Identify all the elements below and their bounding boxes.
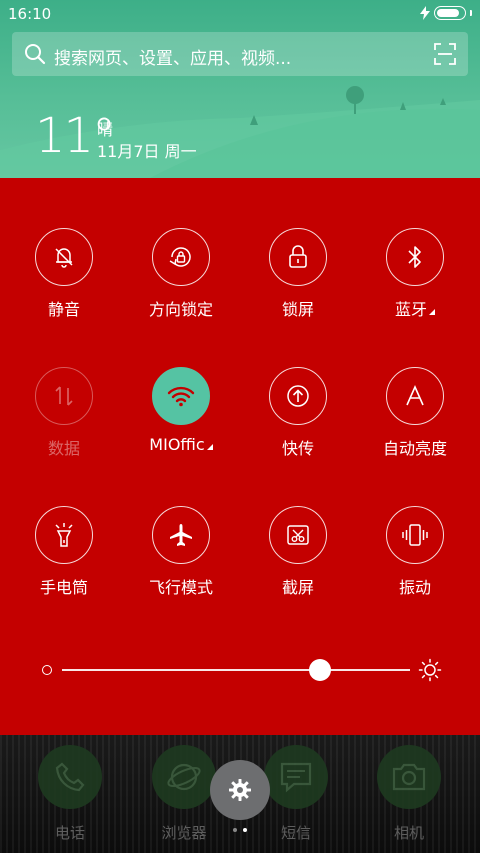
toggle-quick-share-circle[interactable] bbox=[269, 367, 327, 425]
more-options-icon bbox=[206, 444, 213, 450]
toggle-flashlight-circle[interactable] bbox=[35, 506, 93, 564]
dock-app-messages-circle[interactable] bbox=[264, 745, 328, 809]
status-bar: 16:10 bbox=[0, 0, 480, 28]
toggle-vibrate-label: 振动 bbox=[398, 578, 431, 597]
scan-icon[interactable] bbox=[434, 43, 456, 65]
weather-date: 11月7日 周一 bbox=[97, 142, 197, 161]
toggle-mobile-data[interactable]: 数据 bbox=[4, 367, 124, 477]
toggle-wifi[interactable]: MIOffic bbox=[121, 367, 241, 477]
wifi-icon bbox=[167, 386, 195, 407]
toggle-mobile-data-circle[interactable] bbox=[35, 367, 93, 425]
bluetooth-icon bbox=[408, 246, 421, 268]
toggle-auto-brightness-label: 自动亮度 bbox=[382, 439, 447, 458]
toggle-wifi-circle[interactable] bbox=[152, 367, 210, 425]
brightness-low-icon bbox=[42, 665, 52, 675]
bell-off-icon bbox=[55, 248, 73, 268]
toggle-airplane-mode-label: 飞行模式 bbox=[148, 578, 213, 597]
toggle-lock-screen[interactable]: 锁屏 bbox=[238, 228, 358, 338]
battery-nub bbox=[470, 10, 472, 16]
mobile-data-icon bbox=[55, 386, 73, 406]
toggle-auto-brightness-circle[interactable] bbox=[386, 367, 444, 425]
status-time: 16:10 bbox=[8, 5, 52, 23]
toggle-flashlight-label: 手电筒 bbox=[39, 578, 88, 597]
toggle-vibrate[interactable]: 振动 bbox=[355, 506, 475, 616]
gear-icon bbox=[229, 779, 251, 801]
toggle-rotation-lock-circle[interactable] bbox=[152, 228, 210, 286]
toggle-wifi-text: MIOffic bbox=[149, 435, 205, 454]
dock-app-camera-circle[interactable] bbox=[377, 745, 441, 809]
toggle-bluetooth-text: 蓝牙 bbox=[394, 300, 427, 319]
toggle-quick-share[interactable]: 快传 bbox=[238, 367, 358, 477]
share-upload-icon bbox=[287, 385, 309, 407]
more-options-icon bbox=[429, 309, 435, 315]
weather-condition: 晴 bbox=[97, 120, 114, 139]
toggle-mute-circle[interactable] bbox=[35, 228, 93, 286]
toggle-airplane-mode-circle[interactable] bbox=[152, 506, 210, 564]
toggle-lock-screen-circle[interactable] bbox=[269, 228, 327, 286]
quick-settings-panel: 静音 方向锁定 锁屏 蓝牙 数据 MIOffic 快传 自动亮度 手电筒 飞行模… bbox=[0, 178, 480, 735]
lock-icon bbox=[289, 245, 307, 268]
settings-button[interactable] bbox=[210, 760, 270, 820]
dock-app-messages-label: 短信 bbox=[280, 824, 311, 842]
toggle-rotation-lock-label: 方向锁定 bbox=[148, 300, 213, 319]
message-icon bbox=[280, 762, 312, 793]
page-indicator bbox=[233, 828, 247, 832]
toggle-flashlight[interactable]: 手电筒 bbox=[4, 506, 124, 616]
weather-header: 16:10 搜索网页、设置、应用、视频... 11° 晴 11月7日 周一 bbox=[0, 0, 480, 178]
search-input[interactable]: 搜索网页、设置、应用、视频... bbox=[54, 44, 291, 69]
toggle-quick-share-label: 快传 bbox=[281, 439, 314, 458]
dock-app-browser-label: 浏览器 bbox=[161, 824, 207, 842]
search-icon bbox=[25, 44, 46, 65]
toggle-lock-screen-label: 锁屏 bbox=[281, 300, 314, 319]
toggle-rotation-lock[interactable]: 方向锁定 bbox=[121, 228, 241, 338]
dock-app-camera-label: 相机 bbox=[393, 824, 424, 842]
toggle-screenshot-label: 截屏 bbox=[281, 578, 314, 597]
camera-icon bbox=[392, 763, 426, 791]
page-dot-active bbox=[243, 828, 247, 832]
flashlight-icon bbox=[55, 523, 73, 547]
toggle-screenshot[interactable]: 截屏 bbox=[238, 506, 358, 616]
auto-brightness-icon bbox=[406, 385, 424, 406]
dock-app-phone-label: 电话 bbox=[54, 824, 85, 842]
toggle-screenshot-circle[interactable] bbox=[269, 506, 327, 564]
airplane-icon bbox=[170, 524, 192, 546]
search-bar[interactable]: 搜索网页、设置、应用、视频... bbox=[12, 32, 468, 76]
toggle-bluetooth[interactable]: 蓝牙 bbox=[355, 228, 475, 338]
toggle-mobile-data-label: 数据 bbox=[47, 439, 80, 458]
status-icons bbox=[420, 6, 472, 20]
rotation-lock-icon bbox=[169, 247, 191, 267]
brightness-track[interactable] bbox=[62, 669, 410, 671]
toggle-bluetooth-circle[interactable] bbox=[386, 228, 444, 286]
toggle-auto-brightness[interactable]: 自动亮度 bbox=[355, 367, 475, 477]
phone-icon bbox=[55, 762, 85, 792]
toggle-airplane-mode[interactable]: 飞行模式 bbox=[121, 506, 241, 616]
toggle-mute[interactable]: 静音 bbox=[4, 228, 124, 338]
vibrate-icon bbox=[402, 524, 428, 546]
toggle-bluetooth-label: 蓝牙 bbox=[355, 296, 475, 320]
browser-icon bbox=[167, 763, 201, 791]
toggle-mute-label: 静音 bbox=[47, 300, 80, 319]
dock-app-phone-circle[interactable] bbox=[38, 745, 102, 809]
lightning-icon bbox=[420, 6, 430, 20]
page-dot bbox=[233, 828, 237, 832]
brightness-high-icon bbox=[418, 658, 442, 682]
screenshot-icon bbox=[287, 525, 309, 545]
brightness-thumb[interactable] bbox=[308, 659, 331, 681]
dock-app-camera[interactable]: 相机 bbox=[364, 745, 454, 853]
battery-icon bbox=[434, 6, 466, 20]
toggle-wifi-label: MIOffic bbox=[121, 435, 241, 454]
dock-app-phone[interactable]: 电话 bbox=[25, 745, 115, 853]
dock-app-browser-circle[interactable] bbox=[152, 745, 216, 809]
toggle-vibrate-circle[interactable] bbox=[386, 506, 444, 564]
brightness-slider[interactable] bbox=[38, 650, 442, 690]
